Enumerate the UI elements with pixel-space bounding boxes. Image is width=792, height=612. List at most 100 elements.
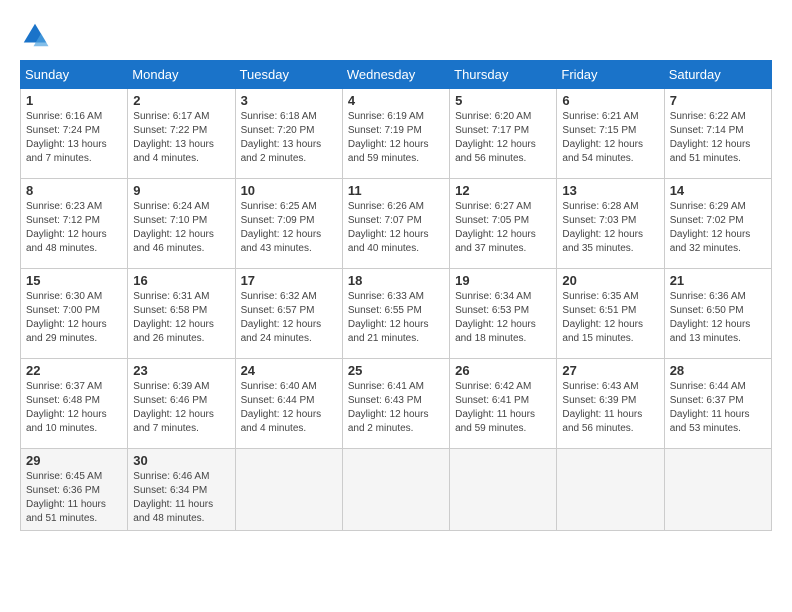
- day-info: Sunrise: 6:42 AMSunset: 6:41 PMDaylight:…: [455, 380, 551, 436]
- day-number: 17: [241, 273, 337, 288]
- calendar-day-cell: 21 Sunrise: 6:36 AMSunset: 6:50 PMDayligh…: [664, 269, 771, 359]
- calendar-day-cell: 8 Sunrise: 6:23 AMSunset: 7:12 PMDaylight…: [21, 179, 128, 269]
- day-number: 8: [26, 183, 122, 198]
- day-info: Sunrise: 6:23 AMSunset: 7:12 PMDaylight:…: [26, 200, 122, 256]
- calendar-day-cell: 10 Sunrise: 6:25 AMSunset: 7:09 PMDayligh…: [235, 179, 342, 269]
- calendar-day-cell: 25 Sunrise: 6:41 AMSunset: 6:43 PMDayligh…: [342, 359, 449, 449]
- calendar-week-row: 15 Sunrise: 6:30 AMSunset: 7:00 PMDayligh…: [21, 269, 772, 359]
- calendar-day-cell: 16 Sunrise: 6:31 AMSunset: 6:58 PMDayligh…: [128, 269, 235, 359]
- calendar-day-cell: [557, 449, 664, 531]
- calendar-day-cell: 11 Sunrise: 6:26 AMSunset: 7:07 PMDayligh…: [342, 179, 449, 269]
- day-number: 29: [26, 453, 122, 468]
- day-info: Sunrise: 6:22 AMSunset: 7:14 PMDaylight:…: [670, 110, 766, 166]
- day-number: 26: [455, 363, 551, 378]
- calendar-day-cell: 19 Sunrise: 6:34 AMSunset: 6:53 PMDayligh…: [450, 269, 557, 359]
- day-number: 2: [133, 93, 229, 108]
- day-info: Sunrise: 6:18 AMSunset: 7:20 PMDaylight:…: [241, 110, 337, 166]
- calendar-day-cell: [664, 449, 771, 531]
- day-number: 22: [26, 363, 122, 378]
- logo-icon: [20, 20, 50, 50]
- calendar-day-cell: 22 Sunrise: 6:37 AMSunset: 6:48 PMDayligh…: [21, 359, 128, 449]
- day-number: 21: [670, 273, 766, 288]
- day-number: 14: [670, 183, 766, 198]
- calendar-day-cell: 20 Sunrise: 6:35 AMSunset: 6:51 PMDayligh…: [557, 269, 664, 359]
- day-number: 9: [133, 183, 229, 198]
- logo: [20, 20, 54, 50]
- day-number: 12: [455, 183, 551, 198]
- day-info: Sunrise: 6:24 AMSunset: 7:10 PMDaylight:…: [133, 200, 229, 256]
- calendar-day-cell: 2Sunrise: 6:17 AMSunset: 7:22 PMDaylight…: [128, 89, 235, 179]
- day-info: Sunrise: 6:37 AMSunset: 6:48 PMDaylight:…: [26, 380, 122, 436]
- day-info: Sunrise: 6:26 AMSunset: 7:07 PMDaylight:…: [348, 200, 444, 256]
- calendar-day-cell: 26 Sunrise: 6:42 AMSunset: 6:41 PMDayligh…: [450, 359, 557, 449]
- calendar-header-saturday: Saturday: [664, 61, 771, 89]
- calendar-day-cell: 28 Sunrise: 6:44 AMSunset: 6:37 PMDayligh…: [664, 359, 771, 449]
- day-number: 7: [670, 93, 766, 108]
- day-info: Sunrise: 6:30 AMSunset: 7:00 PMDaylight:…: [26, 290, 122, 346]
- calendar-day-cell: 27Sunrise: 6:43 AMSunset: 6:39 PMDayligh…: [557, 359, 664, 449]
- calendar-day-cell: [342, 449, 449, 531]
- day-info: Sunrise: 6:16 AMSunset: 7:24 PMDaylight:…: [26, 110, 122, 166]
- calendar-day-cell: 14Sunrise: 6:29 AMSunset: 7:02 PMDayligh…: [664, 179, 771, 269]
- calendar-day-cell: 30 Sunrise: 6:46 AMSunset: 6:34 PMDayligh…: [128, 449, 235, 531]
- day-info: Sunrise: 6:44 AMSunset: 6:37 PMDaylight:…: [670, 380, 766, 436]
- day-info: Sunrise: 6:36 AMSunset: 6:50 PMDaylight:…: [670, 290, 766, 346]
- calendar-day-cell: 3 Sunrise: 6:18 AMSunset: 7:20 PMDaylight…: [235, 89, 342, 179]
- day-number: 1: [26, 93, 122, 108]
- calendar-week-row: 29Sunrise: 6:45 AMSunset: 6:36 PMDayligh…: [21, 449, 772, 531]
- day-info: Sunrise: 6:39 AMSunset: 6:46 PMDaylight:…: [133, 380, 229, 436]
- calendar-day-cell: 12 Sunrise: 6:27 AMSunset: 7:05 PMDayligh…: [450, 179, 557, 269]
- calendar-day-cell: 15 Sunrise: 6:30 AMSunset: 7:00 PMDayligh…: [21, 269, 128, 359]
- day-info: Sunrise: 6:41 AMSunset: 6:43 PMDaylight:…: [348, 380, 444, 436]
- calendar-header-row: SundayMondayTuesdayWednesdayThursdayFrid…: [21, 61, 772, 89]
- calendar-day-cell: 18 Sunrise: 6:33 AMSunset: 6:55 PMDayligh…: [342, 269, 449, 359]
- calendar-header-thursday: Thursday: [450, 61, 557, 89]
- calendar-day-cell: 23 Sunrise: 6:39 AMSunset: 6:46 PMDayligh…: [128, 359, 235, 449]
- day-info: Sunrise: 6:21 AMSunset: 7:15 PMDaylight:…: [562, 110, 658, 166]
- calendar-week-row: 8 Sunrise: 6:23 AMSunset: 7:12 PMDaylight…: [21, 179, 772, 269]
- day-number: 3: [241, 93, 337, 108]
- day-number: 20: [562, 273, 658, 288]
- calendar-header-monday: Monday: [128, 61, 235, 89]
- day-number: 27: [562, 363, 658, 378]
- day-info: Sunrise: 6:31 AMSunset: 6:58 PMDaylight:…: [133, 290, 229, 346]
- day-number: 15: [26, 273, 122, 288]
- day-number: 6: [562, 93, 658, 108]
- day-number: 25: [348, 363, 444, 378]
- calendar-day-cell: [235, 449, 342, 531]
- day-info: Sunrise: 6:27 AMSunset: 7:05 PMDaylight:…: [455, 200, 551, 256]
- calendar-day-cell: 5 Sunrise: 6:20 AMSunset: 7:17 PMDaylight…: [450, 89, 557, 179]
- calendar-day-cell: 24 Sunrise: 6:40 AMSunset: 6:44 PMDayligh…: [235, 359, 342, 449]
- day-info: Sunrise: 6:40 AMSunset: 6:44 PMDaylight:…: [241, 380, 337, 436]
- page-header: [20, 20, 772, 50]
- day-info: Sunrise: 6:19 AMSunset: 7:19 PMDaylight:…: [348, 110, 444, 166]
- calendar-header-tuesday: Tuesday: [235, 61, 342, 89]
- day-number: 24: [241, 363, 337, 378]
- calendar-day-cell: 13Sunrise: 6:28 AMSunset: 7:03 PMDayligh…: [557, 179, 664, 269]
- day-number: 30: [133, 453, 229, 468]
- day-info: Sunrise: 6:35 AMSunset: 6:51 PMDaylight:…: [562, 290, 658, 346]
- day-info: Sunrise: 6:33 AMSunset: 6:55 PMDaylight:…: [348, 290, 444, 346]
- calendar-week-row: 22 Sunrise: 6:37 AMSunset: 6:48 PMDayligh…: [21, 359, 772, 449]
- day-number: 11: [348, 183, 444, 198]
- calendar-day-cell: 7 Sunrise: 6:22 AMSunset: 7:14 PMDaylight…: [664, 89, 771, 179]
- day-info: Sunrise: 6:28 AMSunset: 7:03 PMDaylight:…: [562, 200, 658, 256]
- day-number: 16: [133, 273, 229, 288]
- day-info: Sunrise: 6:34 AMSunset: 6:53 PMDaylight:…: [455, 290, 551, 346]
- day-info: Sunrise: 6:20 AMSunset: 7:17 PMDaylight:…: [455, 110, 551, 166]
- day-number: 28: [670, 363, 766, 378]
- day-number: 18: [348, 273, 444, 288]
- calendar-day-cell: 9 Sunrise: 6:24 AMSunset: 7:10 PMDaylight…: [128, 179, 235, 269]
- calendar-header-wednesday: Wednesday: [342, 61, 449, 89]
- calendar-day-cell: 4 Sunrise: 6:19 AMSunset: 7:19 PMDaylight…: [342, 89, 449, 179]
- day-number: 10: [241, 183, 337, 198]
- day-info: Sunrise: 6:46 AMSunset: 6:34 PMDaylight:…: [133, 470, 229, 526]
- day-number: 23: [133, 363, 229, 378]
- day-number: 5: [455, 93, 551, 108]
- day-number: 4: [348, 93, 444, 108]
- day-info: Sunrise: 6:32 AMSunset: 6:57 PMDaylight:…: [241, 290, 337, 346]
- calendar-day-cell: 6 Sunrise: 6:21 AMSunset: 7:15 PMDaylight…: [557, 89, 664, 179]
- day-info: Sunrise: 6:25 AMSunset: 7:09 PMDaylight:…: [241, 200, 337, 256]
- calendar-header-friday: Friday: [557, 61, 664, 89]
- day-number: 19: [455, 273, 551, 288]
